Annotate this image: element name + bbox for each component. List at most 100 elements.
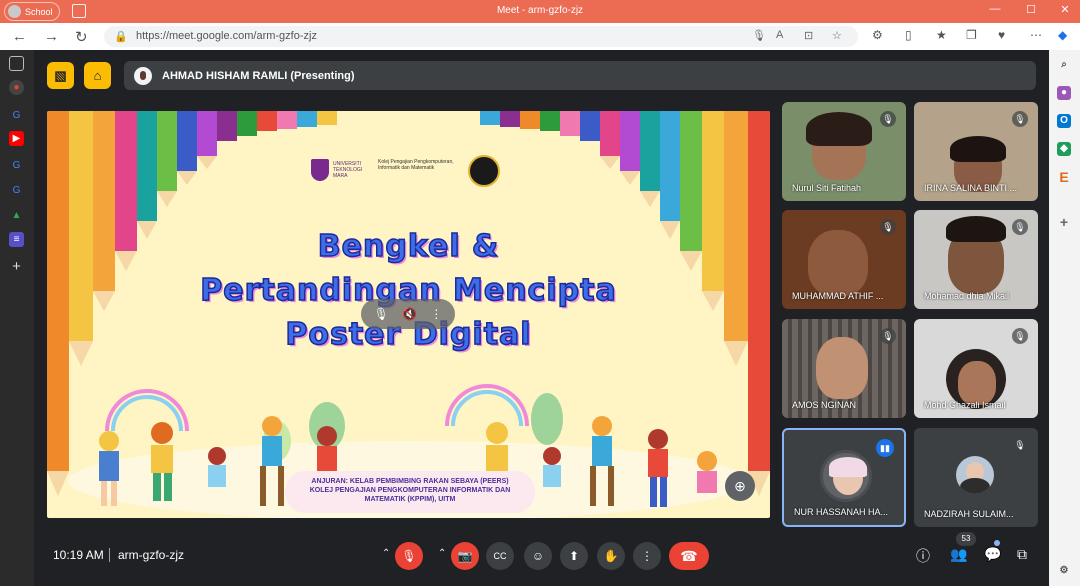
presenter-avatar bbox=[134, 66, 152, 85]
speaking-indicator-icon: ▮▮ bbox=[876, 439, 894, 457]
college-emblem-logo bbox=[468, 155, 500, 187]
hide-presentation-icon[interactable]: ▧ bbox=[47, 62, 74, 89]
slide-title-line1: Bengkel & bbox=[317, 228, 500, 265]
more-options-button[interactable]: ⋮ bbox=[633, 542, 661, 570]
url-text[interactable]: https://meet.google.com/arm-gzfo-zjz bbox=[136, 30, 317, 42]
captions-button[interactable]: CC bbox=[486, 542, 514, 570]
raise-hand-button[interactable]: ✋ bbox=[597, 542, 625, 570]
zoom-in-icon[interactable]: ⊕ bbox=[725, 471, 755, 501]
favorites-icon[interactable]: ★ bbox=[936, 28, 947, 42]
sidebar-copilot-icon[interactable]: ● bbox=[1057, 86, 1071, 100]
tab-youtube-icon[interactable]: ▶ bbox=[9, 131, 24, 146]
meeting-code: arm-gzfo-zjz bbox=[118, 548, 185, 562]
overlay-mute-icon[interactable]: 🔇 bbox=[402, 307, 417, 321]
presentation-slide: UNIVERSITI TEKNOLOGI MARA Kolej Pengajia… bbox=[47, 111, 770, 518]
participant-name: Mohd Ghazali Ismail bbox=[924, 400, 1006, 410]
browser-titlebar: School Meet - arm-gzfo-zjz — ☐ ✕ bbox=[0, 0, 1080, 23]
participant-name: MUHAMMAD ATHIF ... bbox=[792, 291, 884, 301]
participant-avatar bbox=[956, 456, 994, 494]
tab-drive-icon[interactable]: ▲ bbox=[9, 208, 24, 223]
close-icon[interactable]: ✕ bbox=[1050, 3, 1080, 16]
clock-time: 10:19 AM bbox=[53, 548, 104, 562]
kolej-logo-text: Kolej Pengajian Pengkomputeran, Informat… bbox=[378, 159, 454, 171]
refresh-icon[interactable]: ↻ bbox=[75, 28, 88, 46]
read-aloud-icon[interactable]: A bbox=[776, 29, 783, 41]
participant-tile[interactable]: 🎙 IRINA SALINA BINTI ... bbox=[914, 102, 1038, 201]
muted-mic-icon: 🎙 bbox=[1012, 437, 1028, 453]
muted-mic-icon: 🎙 bbox=[880, 219, 896, 235]
presenter-bar[interactable]: AHMAD HISHAM RAMLI (Presenting) bbox=[124, 61, 1036, 90]
divider bbox=[109, 548, 110, 562]
address-bar-row: ← → ↻ 🔒 https://meet.google.com/arm-gzfo… bbox=[0, 23, 1080, 50]
extensions-icon[interactable]: ⚙ bbox=[872, 28, 883, 42]
chat-icon[interactable]: 💬 bbox=[984, 546, 1001, 563]
participant-name: Nurul Siti Fatihah bbox=[792, 183, 862, 193]
sidebar-outlook-icon[interactable]: O bbox=[1057, 114, 1071, 128]
presentation-overlay-controls[interactable]: 🎙 🔇 ⋮ bbox=[361, 299, 455, 329]
muted-mic-icon: 🎙 bbox=[1012, 219, 1028, 235]
meet-window: ▧ ⌂ AHMAD HISHAM RAMLI (Presenting) UNIV… bbox=[34, 50, 1049, 586]
participant-name: Mohamad dhia Mikail bbox=[924, 291, 1010, 301]
audio-options-chevron-icon[interactable]: ⌃ bbox=[382, 548, 390, 559]
vertical-tab-bar: ● G ▶ G G ▲ ≡ + bbox=[0, 50, 34, 586]
copilot-icon[interactable]: ◆ bbox=[1058, 28, 1067, 42]
camera-off-button[interactable]: 📷 bbox=[451, 542, 479, 570]
tab-app-icon[interactable]: ≡ bbox=[9, 232, 24, 247]
people-icon[interactable]: 👥 bbox=[950, 546, 967, 563]
sidebar-search-icon[interactable]: ⌕ bbox=[1057, 58, 1071, 72]
minimize-icon[interactable]: — bbox=[980, 3, 1010, 15]
participant-tile[interactable]: 🎙 Mohamad dhia Mikail bbox=[914, 210, 1038, 309]
participant-name: IRINA SALINA BINTI ... bbox=[924, 183, 1018, 193]
app-available-icon[interactable]: ⊡ bbox=[804, 29, 813, 42]
tab-meet-recording-icon[interactable]: ● bbox=[9, 80, 24, 95]
layout-door-icon[interactable]: ⌂ bbox=[84, 62, 111, 89]
more-menu-icon[interactable]: ⋯ bbox=[1030, 28, 1042, 42]
sidebar-e-icon[interactable]: E bbox=[1057, 170, 1071, 184]
tab-google-icon[interactable]: G bbox=[9, 108, 24, 123]
organizer-line3: MATEMATIK (KPPIM), UITM bbox=[364, 496, 456, 503]
organizer-line1: ANJURAN: KELAB PEMBIMBING RAKAN SEBAYA (… bbox=[311, 478, 509, 485]
back-icon[interactable]: ← bbox=[12, 28, 27, 45]
tab-google-2-icon[interactable]: G bbox=[9, 183, 24, 198]
organizer-line2: KOLEJ PENGAJIAN PENGKOMPUTERAN INFORMATI… bbox=[309, 487, 511, 494]
lock-icon[interactable]: 🔒 bbox=[114, 30, 128, 43]
tab-search-icon[interactable]: G bbox=[9, 158, 24, 173]
overlay-mic-off-icon[interactable]: 🎙 bbox=[374, 307, 389, 321]
muted-mic-icon: 🎙 bbox=[1012, 328, 1028, 344]
microphone-off-button[interactable]: 🎙 bbox=[395, 542, 423, 570]
split-screen-icon[interactable]: ▯ bbox=[905, 28, 912, 42]
participant-tile-speaking[interactable]: ▮▮ NUR HASSANAH HA... bbox=[782, 428, 906, 527]
emoji-reaction-button[interactable]: ☺ bbox=[524, 542, 552, 570]
presenter-label: AHMAD HISHAM RAMLI (Presenting) bbox=[162, 69, 355, 82]
maximize-icon[interactable]: ☐ bbox=[1016, 3, 1046, 16]
leave-call-button[interactable]: ☎ bbox=[669, 542, 709, 570]
favorite-star-icon[interactable]: ☆ bbox=[832, 29, 842, 42]
participant-name: AMOS NGINAN bbox=[792, 400, 857, 410]
participant-tile[interactable]: 🎙 Nurul Siti Fatihah bbox=[782, 102, 906, 201]
present-screen-button[interactable]: ⬆ bbox=[560, 542, 588, 570]
overlay-more-icon[interactable]: ⋮ bbox=[430, 307, 442, 321]
activities-icon[interactable]: ⧉ bbox=[1017, 546, 1027, 563]
sidebar-settings-icon[interactable]: ⚙ bbox=[1057, 564, 1071, 578]
meeting-details-icon[interactable]: ⓘ bbox=[916, 546, 930, 566]
participant-tile[interactable]: 🎙 AMOS NGINAN bbox=[782, 319, 906, 418]
muted-mic-icon: 🎙 bbox=[880, 111, 896, 127]
window-title: Meet - arm-gzfo-zjz bbox=[496, 5, 584, 16]
performance-icon[interactable]: ♥ bbox=[998, 28, 1005, 42]
tab-panel-icon[interactable] bbox=[9, 56, 24, 71]
collections-icon[interactable]: ❐ bbox=[966, 28, 977, 42]
participant-count-badge: 53 bbox=[956, 532, 976, 546]
sidebar-drop-icon[interactable]: ◆ bbox=[1057, 142, 1071, 156]
video-options-chevron-icon[interactable]: ⌃ bbox=[438, 548, 446, 559]
forward-icon[interactable]: → bbox=[44, 28, 59, 45]
uitm-logo: UNIVERSITI TEKNOLOGI MARA bbox=[311, 157, 373, 185]
microphone-icon[interactable]: 🎙 bbox=[752, 29, 766, 42]
address-bar[interactable]: 🔒 https://meet.google.com/arm-gzfo-zjz 🎙… bbox=[104, 26, 858, 47]
participant-name: NADZIRAH SULAIM... bbox=[924, 509, 1014, 519]
participant-tile[interactable]: 🎙 Mohd Ghazali Ismail bbox=[914, 319, 1038, 418]
participant-tile[interactable]: 🎙 NADZIRAH SULAIM... bbox=[914, 428, 1038, 527]
participant-tile[interactable]: 🎙 MUHAMMAD ATHIF ... bbox=[782, 210, 906, 309]
new-tab-icon[interactable]: + bbox=[9, 259, 24, 274]
sidebar-add-icon[interactable]: + bbox=[1057, 215, 1071, 229]
uitm-logo-text: UNIVERSITI TEKNOLOGI MARA bbox=[333, 161, 363, 179]
